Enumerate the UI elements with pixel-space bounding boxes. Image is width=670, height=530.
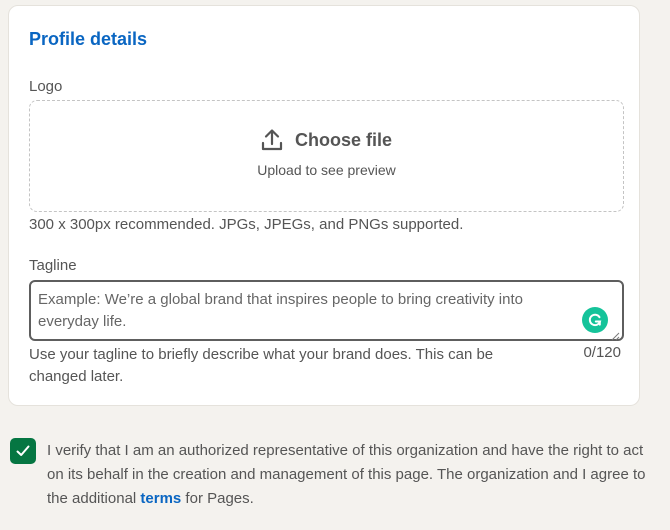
tagline-hint: Use your tagline to briefly describe wha…: [29, 346, 494, 385]
choose-file-label: Choose file: [294, 129, 392, 150]
resize-handle-icon[interactable]: [611, 328, 620, 341]
upload-icon: [261, 128, 283, 152]
profile-details-card: Profile details Logo Choose file Upload …: [8, 5, 640, 406]
checkmark-icon: [16, 445, 30, 456]
grammarly-icon[interactable]: [582, 307, 608, 333]
tagline-label: Tagline: [29, 257, 77, 274]
logo-upload-dropzone[interactable]: Choose file Upload to see preview: [29, 100, 624, 212]
upload-preview-hint: Upload to see preview: [257, 162, 396, 178]
logo-label: Logo: [29, 78, 63, 95]
verification-text: I verify that I am an authorized represe…: [47, 439, 657, 511]
character-counter: 0/120: [583, 344, 621, 361]
tagline-field-wrapper: [29, 280, 624, 341]
choose-file-button[interactable]: Choose file: [30, 128, 623, 152]
verify-checkbox[interactable]: [10, 438, 36, 464]
logo-helper-text: 300 x 300px recommended. JPGs, JPEGs, an…: [29, 216, 464, 233]
terms-link[interactable]: terms: [140, 490, 181, 507]
section-title: Profile details: [29, 29, 148, 49]
tagline-textarea[interactable]: [31, 282, 622, 339]
verification-text-body: I verify that I am an authorized represe…: [47, 442, 646, 507]
verification-text-tail: for Pages.: [181, 490, 254, 507]
